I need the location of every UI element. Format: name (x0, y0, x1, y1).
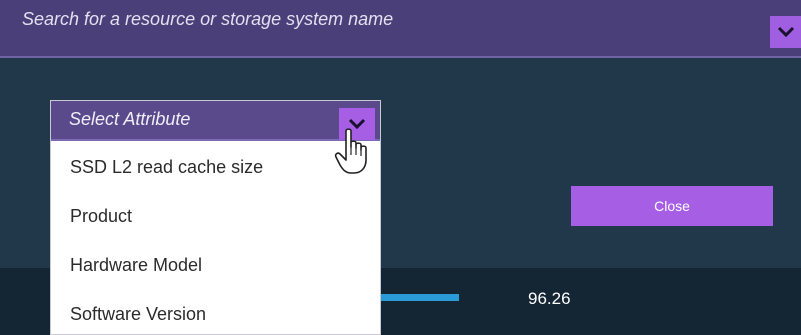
attribute-dropdown[interactable]: Select Attribute SSD L2 read cache size … (50, 100, 381, 335)
metric-value: 96.26 (528, 289, 571, 308)
attribute-option-ssd-l2-read-cache-size[interactable]: SSD L2 read cache size (51, 143, 380, 192)
search-bar (0, 0, 801, 58)
close-button[interactable]: Close (571, 186, 773, 226)
attribute-option-hardware-model[interactable]: Hardware Model (51, 241, 380, 290)
attribute-select[interactable]: Select Attribute (51, 101, 380, 141)
search-dropdown-button[interactable] (770, 16, 801, 48)
progress-bar (381, 294, 459, 301)
attribute-options-list: SSD L2 read cache size Product Hardware … (51, 143, 380, 334)
attribute-option-software-version[interactable]: Software Version (51, 290, 380, 334)
search-input[interactable] (0, 0, 765, 56)
hand-pointer-icon (334, 128, 367, 174)
attribute-option-product[interactable]: Product (51, 192, 380, 241)
chevron-down-icon (777, 26, 794, 38)
attribute-select-label: Select Attribute (69, 109, 191, 129)
